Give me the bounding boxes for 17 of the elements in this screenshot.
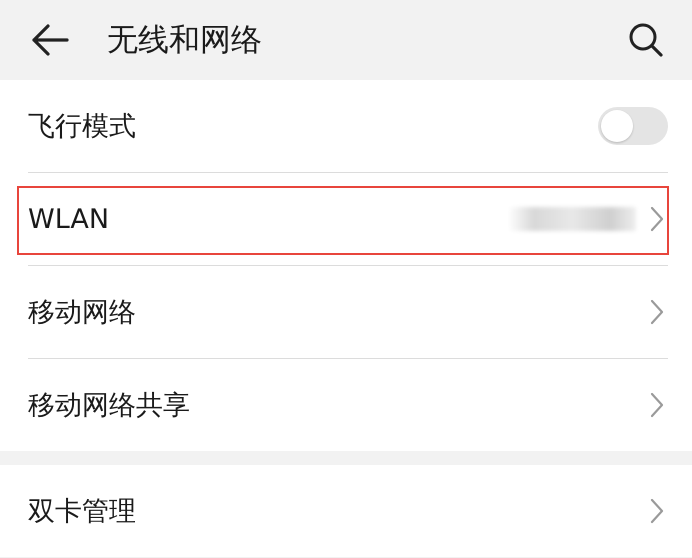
chevron-icon <box>650 392 664 418</box>
row-label: 双卡管理 <box>28 495 137 529</box>
chevron-icon <box>650 206 664 232</box>
toggle-switch[interactable] <box>598 107 668 145</box>
settings-row[interactable]: 飞行模式 <box>28 80 668 173</box>
page-title: 无线和网络 <box>107 21 263 60</box>
chevron-icon <box>650 299 664 325</box>
back-arrow-icon[interactable] <box>31 24 69 56</box>
row-label: 移动网络 <box>28 296 137 330</box>
row-label: WLAN <box>28 204 110 234</box>
settings-row[interactable]: WLAN <box>28 173 668 266</box>
settings-row[interactable]: 移动网络 <box>28 266 668 359</box>
row-label: 移动网络共享 <box>28 389 191 423</box>
settings-row[interactable]: 移动网络共享 <box>28 359 668 451</box>
chevron-icon <box>650 498 664 524</box>
search-icon[interactable] <box>628 22 664 58</box>
row-label: 飞行模式 <box>28 110 137 144</box>
